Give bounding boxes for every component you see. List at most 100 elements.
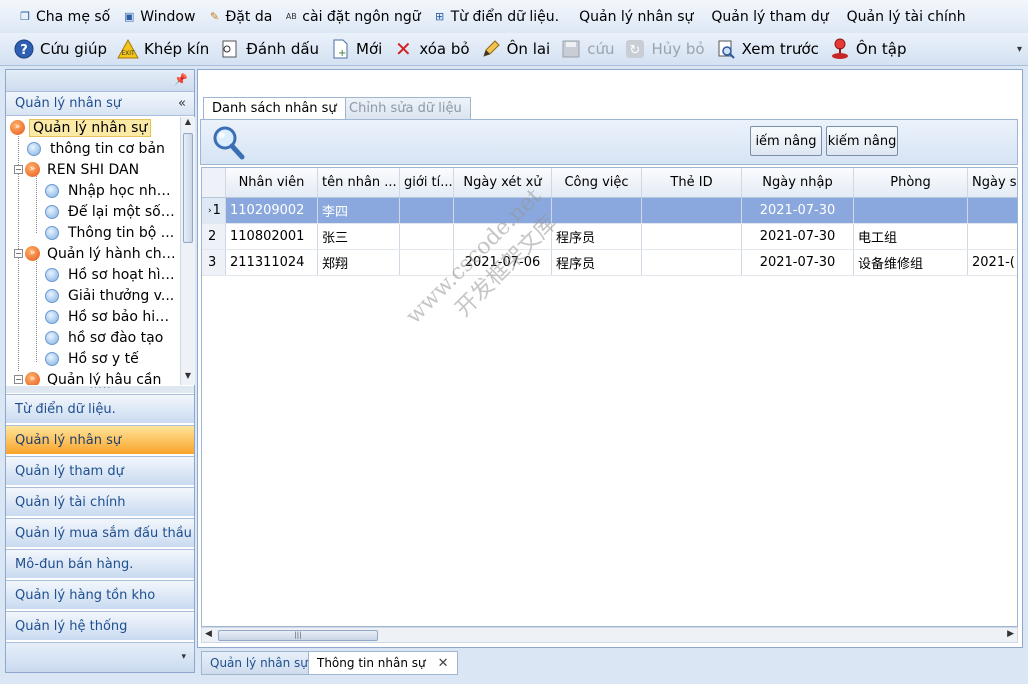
table-cell[interactable]: 程序员 <box>552 250 642 275</box>
table-row[interactable]: 2 110802001 张三 程序员 2021-07-30 电工组 <box>202 224 1017 250</box>
advanced-search-button-1[interactable]: iếm nâng <box>750 126 822 156</box>
tree-item-enrollment[interactable]: Nhập học nhâ... <box>6 180 180 201</box>
table-cell[interactable]: 张三 <box>318 224 400 249</box>
tree-item-basic-info[interactable]: thông tin cơ bản <box>6 138 180 159</box>
doc-tab-personnel-info[interactable]: Thông tin nhân sự ✕ <box>308 651 458 675</box>
header-col[interactable]: Nhân viên <box>226 168 318 197</box>
header-col[interactable]: Ngày nhập <box>742 168 854 197</box>
grid-horizontal-scrollbar[interactable]: ◀ ||| ▶ <box>201 627 1018 643</box>
table-cell[interactable]: 2021-( <box>968 250 1017 275</box>
nav-sales[interactable]: Mô-đun bán hàng. <box>6 549 194 578</box>
scroll-thumb[interactable] <box>183 133 193 243</box>
preview-button[interactable]: Xem trước <box>710 35 824 63</box>
nav-system[interactable]: Quản lý hệ thống <box>6 611 194 640</box>
menu-window[interactable]: ▣ Window <box>116 4 201 30</box>
table-cell[interactable]: 电工组 <box>854 224 968 249</box>
scroll-right-icon[interactable]: ▶ <box>1007 629 1014 639</box>
table-cell[interactable] <box>400 198 454 223</box>
cancel-button[interactable]: ↻ Hủy bỏ <box>619 35 709 63</box>
tree-item-medical[interactable]: Hồ sơ y tế <box>6 348 180 369</box>
tree-item-awards[interactable]: Giải thưởng v... <box>6 285 180 306</box>
menu-dictionary[interactable]: ⊞ Từ điển dữ liệu. <box>427 4 566 30</box>
scroll-left-icon[interactable]: ◀ <box>205 629 212 639</box>
toolbar-overflow-icon[interactable]: ▾ <box>1017 44 1022 55</box>
minus-expander-icon[interactable]: − <box>14 165 23 174</box>
edit-button[interactable]: Ôn lai <box>475 35 556 63</box>
table-cell[interactable]: 110802001 <box>226 224 318 249</box>
help-button[interactable]: ? Cứu giúp <box>8 35 112 63</box>
nav-finance[interactable]: Quản lý tài chính <box>6 487 194 516</box>
table-cell[interactable] <box>642 198 742 223</box>
table-cell[interactable]: 李四 <box>318 198 400 223</box>
table-cell[interactable] <box>642 224 742 249</box>
table-cell[interactable] <box>454 224 552 249</box>
save-button[interactable]: cứu <box>555 35 619 63</box>
tree-item-admin[interactable]: −» Quản lý hành chính <box>6 243 180 264</box>
table-cell[interactable] <box>552 198 642 223</box>
delete-button[interactable]: ✕ xóa bỏ <box>387 35 474 63</box>
review-button[interactable]: Ôn tập <box>824 35 912 63</box>
tree-item-department-info[interactable]: Thông tin bộ ... <box>6 222 180 243</box>
table-cell[interactable]: 110209002 <box>226 198 318 223</box>
new-button[interactable]: + Mới <box>324 35 387 63</box>
tree-item-leave[interactable]: Để lại một số ... <box>6 201 180 222</box>
minus-expander-icon[interactable]: − <box>14 249 23 258</box>
table-cell[interactable] <box>642 250 742 275</box>
header-col[interactable]: Ngày xét xử <box>454 168 552 197</box>
doc-tab-hr-management[interactable]: Quản lý nhân sự <box>201 651 317 675</box>
tab-edit-data[interactable]: Chỉnh sửa dữ liệu <box>340 97 471 119</box>
tree-item-activity-records[interactable]: Hồ sơ hoạt hình <box>6 264 180 285</box>
mark-button[interactable]: Đánh dấu <box>214 35 324 63</box>
scroll-up-icon[interactable]: ▲ <box>181 117 195 131</box>
collapse-icon[interactable]: « <box>178 96 186 111</box>
table-cell[interactable] <box>854 198 968 223</box>
tree-item-training[interactable]: hồ sơ đào tạo <box>6 327 180 348</box>
table-row[interactable]: 3 211311024 郑翔 2021-07-06 程序员 2021-07-30… <box>202 250 1017 276</box>
tab-personnel-list[interactable]: Danh sách nhân sự <box>203 97 346 119</box>
table-cell[interactable]: 2021-07-30 <box>742 224 854 249</box>
chevron-down-icon[interactable]: ▾ <box>181 652 186 662</box>
nav-overflow[interactable]: ▾ <box>6 642 194 672</box>
tree-item-hr-root[interactable]: » Quản lý nhân sự <box>6 117 180 138</box>
menu-hr[interactable]: Quản lý nhân sự <box>573 4 699 30</box>
table-cell[interactable]: 程序员 <box>552 224 642 249</box>
close-icon[interactable]: ✕ <box>438 656 449 671</box>
advanced-search-button-2[interactable]: kiếm nâng <box>826 126 898 156</box>
panel-splitter[interactable]: · · · · · <box>6 385 194 393</box>
menu-skin[interactable]: ✎ Đặt da <box>201 4 278 30</box>
nav-attendance[interactable]: Quản lý tham dự <box>6 456 194 485</box>
header-col[interactable]: Phòng <box>854 168 968 197</box>
left-panel-title[interactable]: Quản lý nhân sự « <box>6 92 194 116</box>
table-cell[interactable] <box>400 250 454 275</box>
table-cell[interactable] <box>400 224 454 249</box>
nav-inventory[interactable]: Quản lý hàng tồn kho <box>6 580 194 609</box>
table-cell[interactable]: 2021-07-06 <box>454 250 552 275</box>
menu-finance[interactable]: Quản lý tài chính <box>841 4 972 30</box>
table-cell[interactable]: 2021-07-30 <box>742 250 854 275</box>
header-col[interactable]: tên nhân ... <box>318 168 400 197</box>
menu-parent-number[interactable]: ❐ Cha mẹ số <box>12 4 116 30</box>
table-cell[interactable]: 2021-07-30 <box>742 198 854 223</box>
magnifier-icon[interactable] <box>211 125 245 161</box>
header-col[interactable]: Ngày s <box>968 168 1017 197</box>
nav-procurement[interactable]: Quản lý mua sắm đấu thầu <box>6 518 194 547</box>
nav-data-dictionary[interactable]: Từ điển dữ liệu. <box>6 394 194 423</box>
tree-item-logistics[interactable]: −» Quản lý hậu cần <box>6 369 180 385</box>
table-cell[interactable] <box>454 198 552 223</box>
header-col[interactable]: Thẻ ID <box>642 168 742 197</box>
close-button[interactable]: EXIT Khép kín <box>112 35 214 63</box>
tree-vertical-scrollbar[interactable]: ▲ ▼ <box>180 117 195 385</box>
nav-hr-management[interactable]: Quản lý nhân sự <box>6 425 194 454</box>
table-cell[interactable] <box>968 198 1017 223</box>
table-cell[interactable]: 郑翔 <box>318 250 400 275</box>
scroll-thumb[interactable]: ||| <box>218 630 378 641</box>
minus-expander-icon[interactable]: − <box>14 375 23 384</box>
table-cell[interactable]: 设备维修组 <box>854 250 968 275</box>
table-cell[interactable] <box>968 224 1017 249</box>
header-col[interactable]: Công việc <box>552 168 642 197</box>
pin-icon[interactable]: 📌 <box>174 73 188 86</box>
menu-attendance[interactable]: Quản lý tham dự <box>705 4 834 30</box>
scroll-down-icon[interactable]: ▼ <box>181 371 195 385</box>
header-col[interactable]: giới tí... <box>400 168 454 197</box>
menu-language[interactable]: AB cài đặt ngôn ngữ <box>278 4 426 30</box>
